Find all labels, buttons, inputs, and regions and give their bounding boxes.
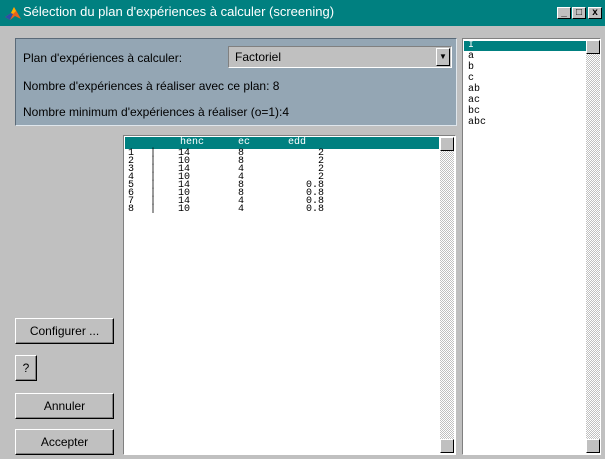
experiment-count-label: Nombre d'expériences à réaliser avec ce … <box>23 79 280 93</box>
cancel-button[interactable]: Annuler <box>15 393 114 419</box>
effects-scrollbar[interactable] <box>586 40 600 453</box>
maximize-button[interactable]: □ <box>572 7 586 19</box>
effect-item[interactable]: ac <box>468 95 480 106</box>
help-button[interactable]: ? <box>15 355 37 381</box>
scroll-up-arrow-icon[interactable] <box>586 40 600 54</box>
configure-button[interactable]: Configurer ... <box>15 318 114 344</box>
scroll-down-arrow-icon[interactable] <box>440 439 454 453</box>
effect-item[interactable]: a <box>468 51 474 62</box>
title-bar[interactable]: Sélection du plan d'expériences à calcul… <box>0 0 605 26</box>
effect-item[interactable]: bc <box>468 106 480 117</box>
plan-select-value: Factoriel <box>235 50 282 64</box>
table-header <box>125 137 439 149</box>
column-header-henc: henc <box>180 137 205 148</box>
selected-effect-highlight <box>464 41 586 51</box>
experiments-scrollbar[interactable] <box>440 137 454 453</box>
scroll-down-arrow-icon[interactable] <box>586 439 600 453</box>
column-header-edd: edd <box>288 137 307 148</box>
close-button[interactable]: x <box>588 7 602 19</box>
minimum-count-label: Nombre minimum d'expériences à réaliser … <box>23 105 290 119</box>
minimize-button[interactable]: _ <box>557 7 571 19</box>
window-title: Sélection du plan d'expériences à calcul… <box>23 4 335 19</box>
column-header-ec: ec <box>238 137 251 148</box>
effect-item[interactable]: I <box>468 40 474 51</box>
effect-item[interactable]: b <box>468 62 474 73</box>
matlab-logo-icon <box>5 7 21 20</box>
plan-select[interactable]: Factoriel ▼ <box>228 46 452 68</box>
experiments-listbox[interactable]: henc ec edd 1 | 14 8 2 2 | 10 8 2 3 | 14… <box>123 135 456 455</box>
effect-item[interactable]: ab <box>468 84 480 95</box>
accept-button[interactable]: Accepter <box>15 429 114 455</box>
plan-label: Plan d'expériences à calculer: <box>23 51 183 65</box>
effect-item[interactable]: abc <box>468 117 486 128</box>
chevron-down-icon[interactable]: ▼ <box>436 48 450 66</box>
scroll-up-arrow-icon[interactable] <box>440 137 454 151</box>
effects-listbox[interactable]: I a b c ab ac bc abc <box>462 38 601 455</box>
effect-item[interactable]: c <box>468 73 474 84</box>
